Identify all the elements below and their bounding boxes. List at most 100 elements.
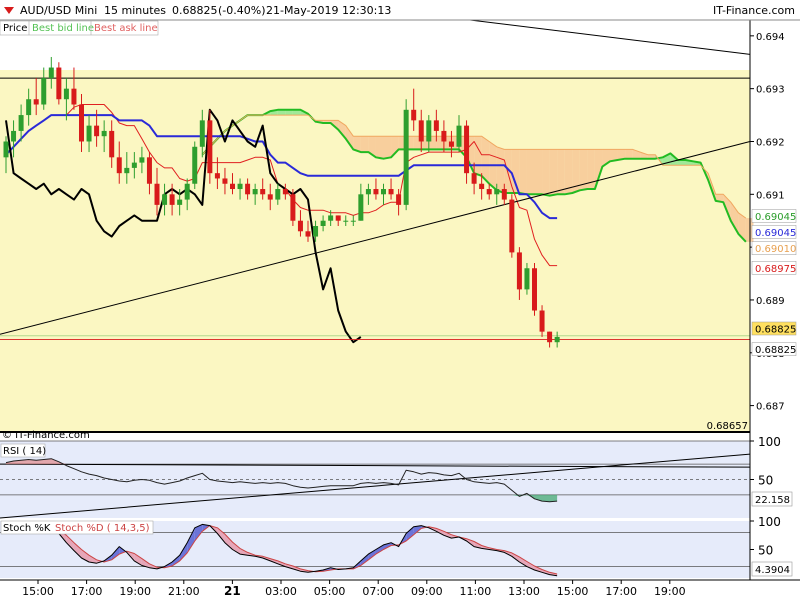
price-label-text: 0.68975 bbox=[755, 264, 796, 275]
candle-body bbox=[509, 199, 515, 253]
price-label-text: 0.69010 bbox=[755, 244, 796, 255]
candle-body bbox=[11, 130, 17, 142]
candle-body bbox=[433, 120, 439, 131]
header-last-price: 0.68825 bbox=[172, 4, 218, 17]
candle-body bbox=[237, 183, 243, 190]
rsi-last-value: 22.158 bbox=[755, 495, 790, 506]
candle bbox=[56, 62, 62, 105]
stoch-k-title: Stoch %K bbox=[3, 523, 51, 534]
time-tick-label: 21 bbox=[224, 584, 241, 598]
candle-body bbox=[448, 141, 454, 147]
candle-body bbox=[71, 88, 77, 105]
candle-body bbox=[418, 120, 424, 142]
cloud-segment bbox=[557, 149, 565, 195]
candle-body bbox=[48, 67, 54, 79]
legend-best-bid[interactable]: Best bid line bbox=[32, 23, 94, 34]
candle-body bbox=[350, 220, 356, 222]
rsi-tick-label: 50 bbox=[758, 474, 773, 488]
time-tick-label: 07:00 bbox=[362, 585, 394, 598]
candle-body bbox=[554, 336, 560, 343]
candle-body bbox=[373, 189, 379, 195]
cloud-segment bbox=[625, 149, 633, 159]
legend-best-ask[interactable]: Best ask line bbox=[94, 23, 158, 34]
watermark: © IT-Finance.com bbox=[2, 430, 90, 441]
cloud-segment bbox=[474, 136, 482, 176]
candle bbox=[532, 262, 537, 316]
candle-body bbox=[184, 183, 190, 200]
price-label-text: 0.68825 bbox=[755, 345, 796, 356]
time-tick-label: 11:00 bbox=[460, 585, 492, 598]
candle-body bbox=[290, 194, 296, 221]
candle bbox=[403, 99, 409, 211]
candle-body bbox=[177, 199, 183, 205]
time-tick-label: 13:00 bbox=[508, 585, 540, 598]
candle-body bbox=[426, 120, 432, 142]
rsi-tick-label: 100 bbox=[758, 435, 781, 449]
chart-svg: 10050 10050 0.6940.6930.6920.6910.6900.6… bbox=[0, 0, 800, 598]
candle-body bbox=[486, 189, 492, 195]
candle-body bbox=[26, 99, 32, 116]
candle-body bbox=[335, 215, 341, 221]
candle bbox=[192, 141, 198, 190]
candle-body bbox=[154, 183, 160, 205]
time-tick-label: 05:00 bbox=[314, 585, 346, 598]
candle-body bbox=[297, 220, 303, 232]
candle-body bbox=[388, 189, 394, 195]
candle-body bbox=[207, 120, 213, 174]
cloud-segment bbox=[526, 149, 535, 195]
stoch-d-title: Stoch %D ( 14,3,5) bbox=[55, 523, 150, 534]
candle-body bbox=[403, 109, 409, 205]
legend-price: Price bbox=[3, 23, 27, 34]
price-tick-label: 0.689 bbox=[756, 296, 785, 307]
candle-body bbox=[267, 194, 273, 200]
cloud-segment bbox=[534, 149, 543, 195]
candle-body bbox=[441, 130, 447, 142]
candle-body bbox=[479, 183, 485, 190]
time-tick-label: 19:00 bbox=[119, 585, 151, 598]
time-tick-label: 17:00 bbox=[71, 585, 103, 598]
cloud-segment bbox=[519, 149, 527, 195]
cloud-segment bbox=[375, 136, 384, 159]
candle-body bbox=[18, 115, 24, 131]
candle-body bbox=[464, 125, 470, 174]
candle-body bbox=[524, 268, 530, 290]
candle bbox=[290, 189, 296, 226]
candle-body bbox=[86, 125, 92, 142]
cloud-segment bbox=[496, 146, 505, 193]
candle-body bbox=[33, 99, 39, 105]
candle-body bbox=[275, 189, 281, 200]
candle-body bbox=[313, 226, 319, 237]
header-datetime: 21-May-2019 12:30:13 bbox=[266, 4, 391, 17]
candle-body bbox=[139, 157, 145, 163]
candle-body bbox=[101, 130, 107, 137]
price-label-text: 0.69045 bbox=[755, 212, 796, 223]
candle-body bbox=[131, 162, 137, 168]
candle-body bbox=[501, 189, 507, 200]
candle-body bbox=[245, 183, 251, 195]
price-tick-label: 0.693 bbox=[756, 85, 785, 96]
candle-body bbox=[494, 189, 500, 195]
header-change: (-0.40%) bbox=[218, 4, 266, 17]
candle-body bbox=[124, 167, 130, 174]
time-tick-label: 03:00 bbox=[265, 585, 297, 598]
candle-body bbox=[381, 189, 386, 195]
price-low-label: 0.68657 bbox=[707, 421, 748, 432]
candle-body bbox=[192, 146, 198, 184]
candle bbox=[207, 109, 213, 184]
candle-body bbox=[532, 268, 537, 311]
candle-body bbox=[252, 189, 258, 195]
candle-body bbox=[547, 331, 553, 343]
candle-body bbox=[358, 194, 364, 221]
candle-body bbox=[3, 141, 9, 158]
price-plot-background bbox=[0, 70, 750, 432]
time-tick-label: 21:00 bbox=[168, 585, 200, 598]
time-tick-label: 15:00 bbox=[557, 585, 589, 598]
candle-body bbox=[94, 125, 100, 137]
candle-body bbox=[41, 78, 47, 105]
cloud-segment bbox=[549, 149, 558, 196]
header-timeframe: 15 minutes bbox=[104, 4, 166, 17]
price-tick-label: 0.687 bbox=[756, 402, 785, 413]
candle-body bbox=[199, 120, 205, 147]
price-tick-label: 0.692 bbox=[756, 137, 785, 148]
time-tick-label: 09:00 bbox=[411, 585, 443, 598]
